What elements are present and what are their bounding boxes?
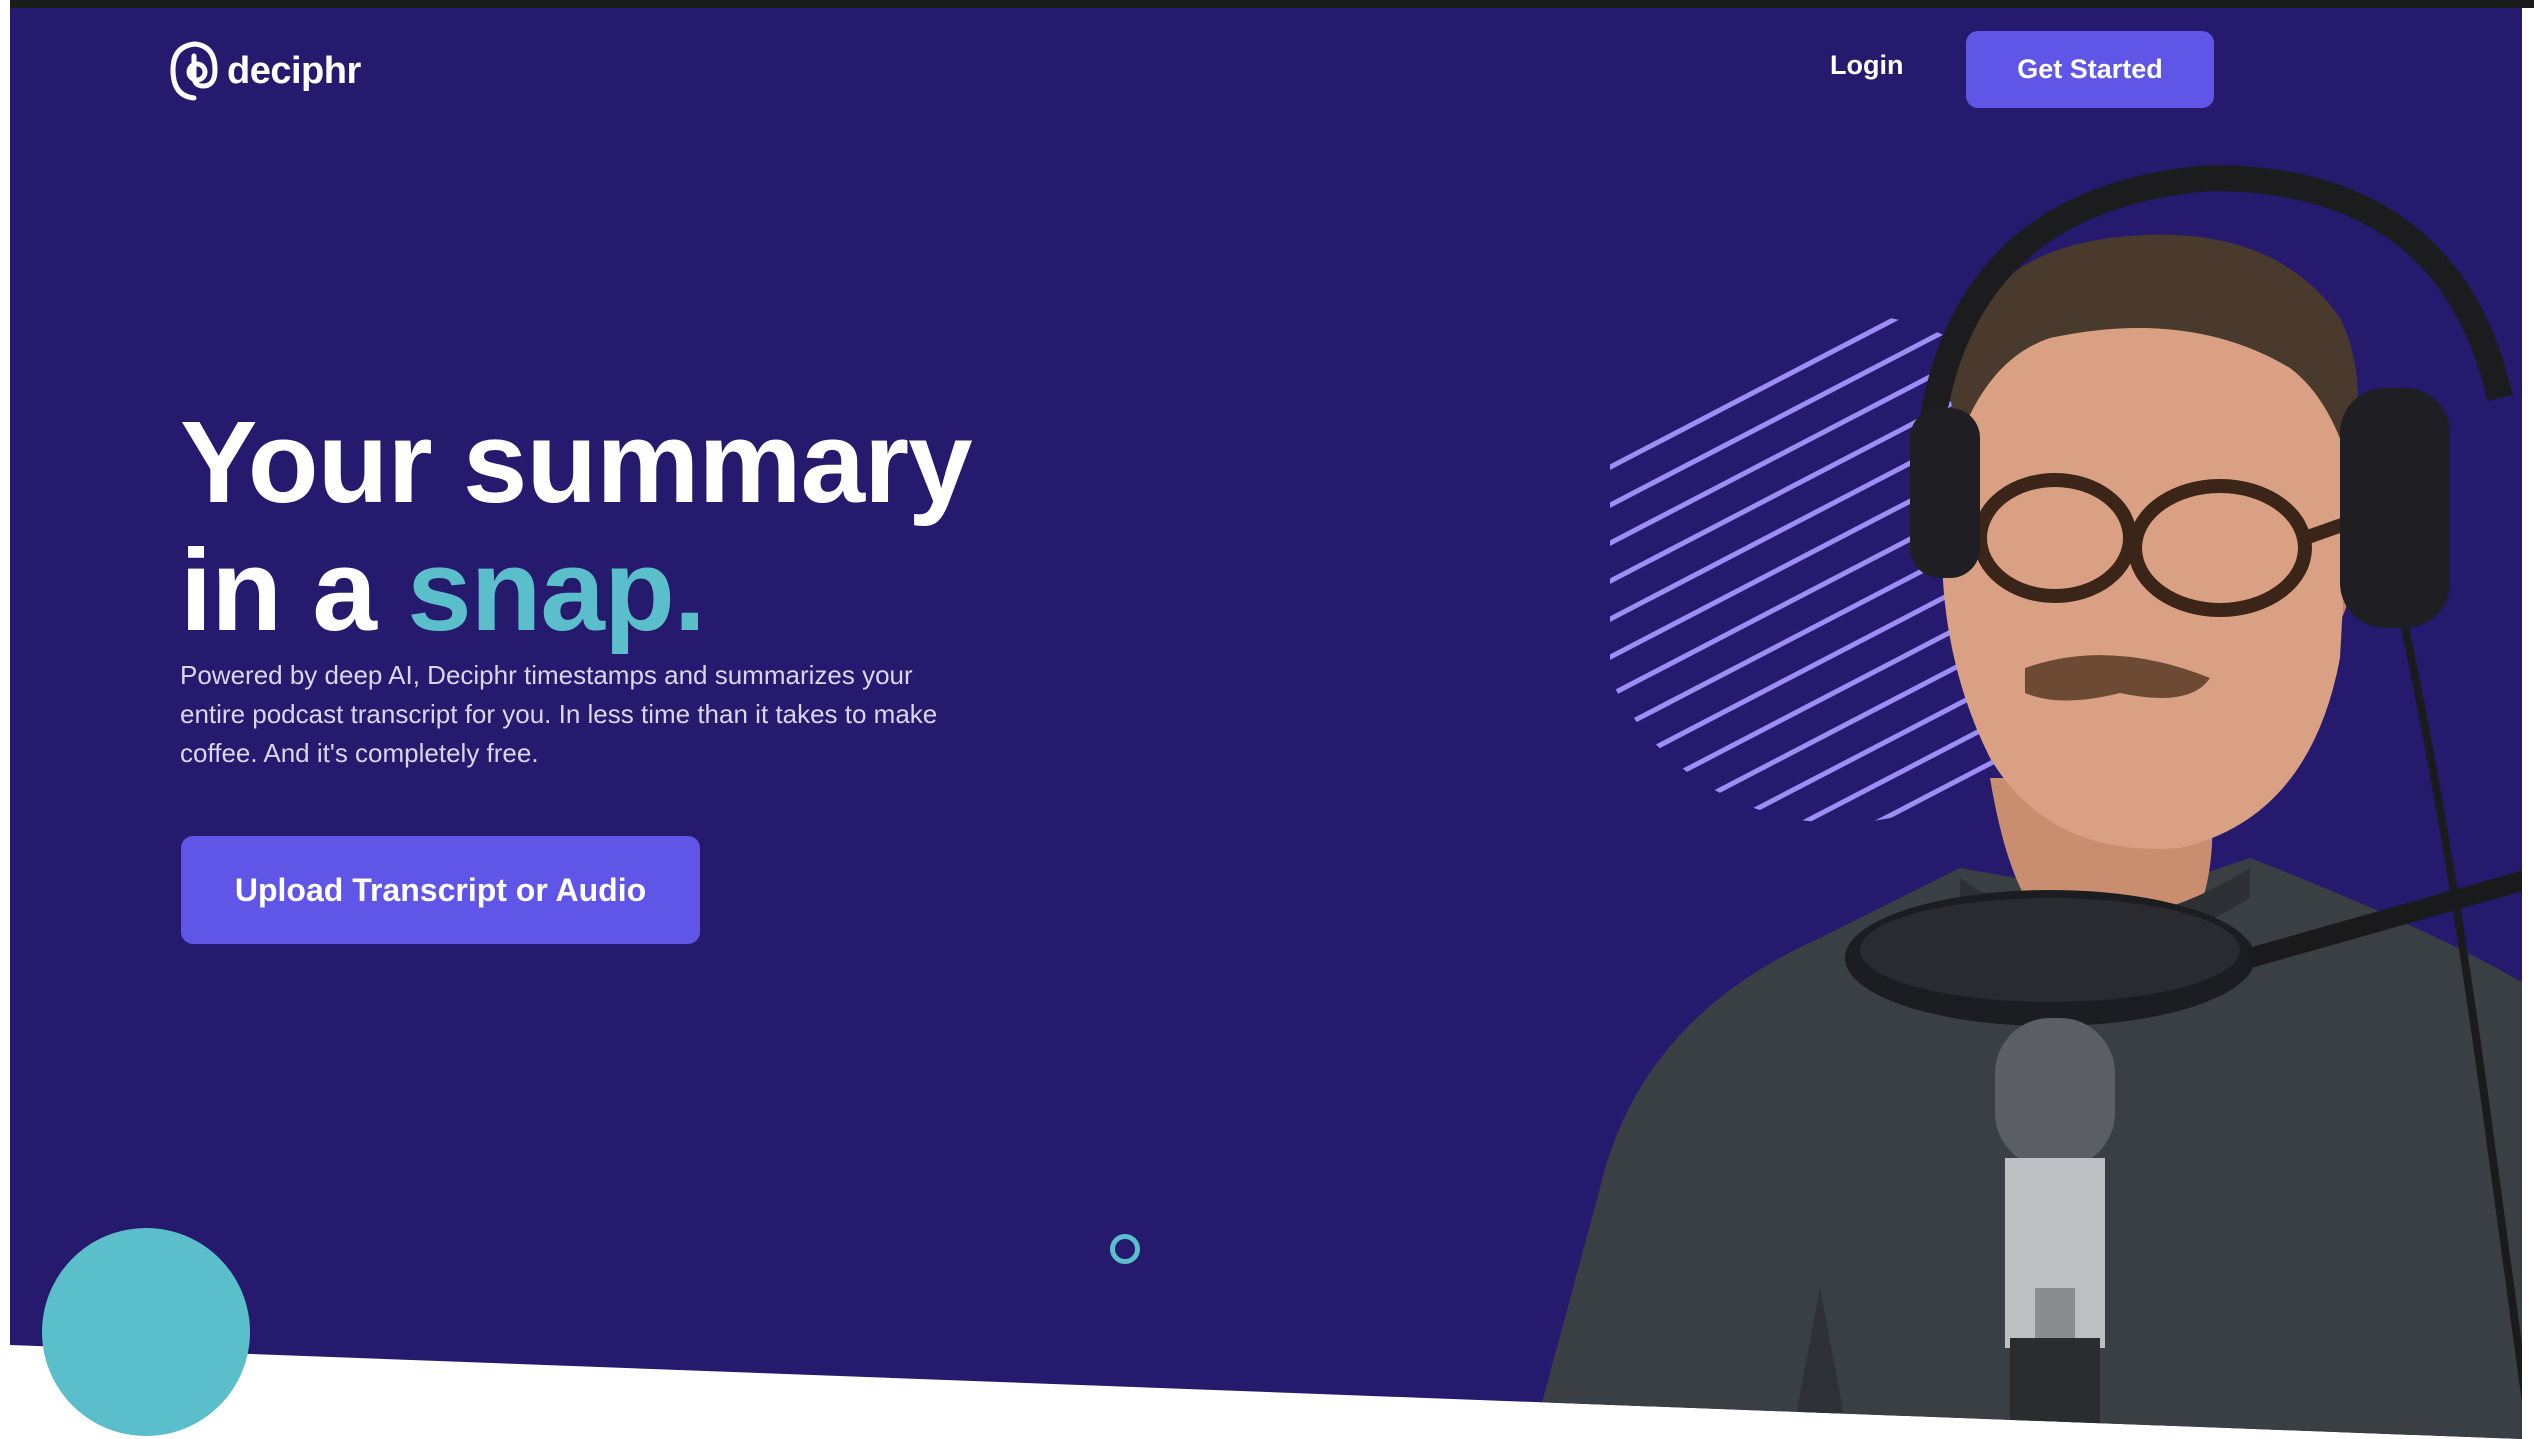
- upload-transcript-button[interactable]: Upload Transcript or Audio: [181, 836, 700, 944]
- podcaster-image: [1530, 164, 2522, 1439]
- landing-page: deciphr Login Get Started Your summary i…: [0, 0, 2534, 1439]
- window-top-border: [0, 0, 2534, 8]
- brand-name: deciphr: [227, 49, 361, 92]
- headline-line1: Your summary: [180, 397, 973, 527]
- brand-logo[interactable]: deciphr: [167, 38, 361, 104]
- login-link[interactable]: Login: [1830, 50, 1903, 81]
- deciphr-logo-icon: [170, 41, 218, 101]
- headline-line2-prefix: in a: [180, 525, 408, 655]
- teal-circle-decoration: [42, 1228, 250, 1436]
- ring-decoration: [1110, 1234, 1140, 1264]
- headline-accent: snap.: [407, 525, 706, 655]
- left-margin: [0, 0, 10, 1345]
- get-started-button[interactable]: Get Started: [1966, 31, 2214, 108]
- hero-description: Powered by deep AI, Deciphr timestamps a…: [180, 660, 938, 768]
- hero-headline: Your summary in a snap.: [180, 397, 973, 655]
